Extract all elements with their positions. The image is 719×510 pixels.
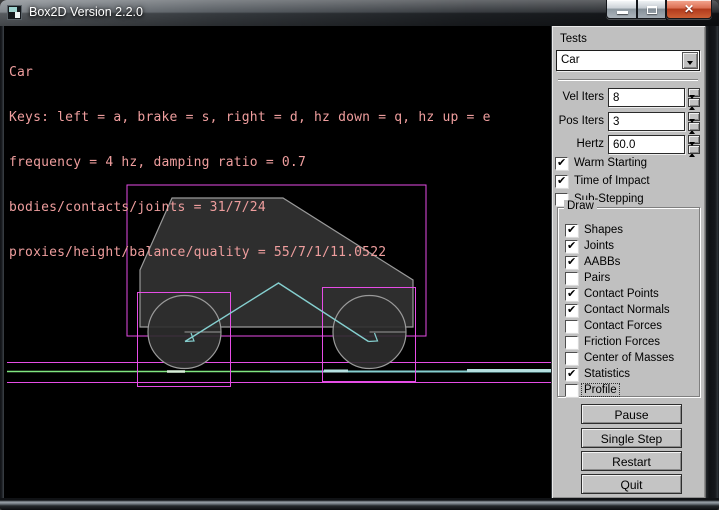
control-panel: Tests Car Vel Iters 8 Pos Iters 3 Hertz [551, 26, 706, 498]
statistics-label: Statistics [584, 368, 630, 380]
pos-iters-down-button[interactable] [688, 122, 700, 131]
time-of-impact-checkbox[interactable]: ✔ [555, 175, 568, 188]
pairs-label: Pairs [584, 272, 610, 284]
window-title: Box2D Version 2.2.0 [29, 5, 143, 19]
pos-iters-input[interactable]: 3 [608, 112, 685, 131]
close-icon: ✕ [667, 2, 711, 16]
statistics-checkbox[interactable]: ✔ [565, 368, 578, 381]
vel-iters-input[interactable]: 8 [608, 88, 685, 107]
chevron-down-icon [687, 61, 693, 65]
check-icon: ✔ [567, 223, 576, 236]
shapes-label: Shapes [584, 224, 623, 236]
stats-line: frequency = 4 hz, damping ratio = 0.7 [9, 155, 491, 170]
separator [558, 79, 698, 81]
check-icon: ✔ [567, 367, 576, 380]
debug-stats-text: Car Keys: left = a, brake = s, right = d… [9, 35, 491, 290]
draw-group-title: Draw [564, 200, 597, 212]
tests-label: Tests [560, 33, 587, 45]
contact-points-label: Contact Points [584, 288, 659, 300]
check-icon: ✔ [567, 255, 576, 268]
contact-points-checkbox[interactable]: ✔ [565, 288, 578, 301]
check-icon: ✔ [567, 287, 576, 300]
vel-iters-label: Vel Iters [552, 91, 604, 103]
vel-iters-down-button[interactable] [688, 98, 700, 107]
center-of-masses-label: Center of Masses [584, 352, 674, 364]
titlebar[interactable]: Box2D Version 2.2.0 ✕ [0, 0, 719, 26]
hertz-input[interactable]: 60.0 [608, 135, 685, 154]
hertz-down-button[interactable] [688, 145, 700, 154]
check-icon: ✔ [557, 174, 566, 187]
contact-forces-label: Contact Forces [584, 320, 662, 332]
center-of-masses-checkbox[interactable]: ✔ [565, 352, 578, 365]
maximize-button[interactable] [637, 0, 666, 19]
window-frame-right [706, 26, 719, 498]
contact-normals-label: Contact Normals [584, 304, 670, 316]
minimize-button[interactable] [606, 0, 637, 19]
aabbs-label: AABBs [584, 256, 620, 268]
warm-starting-checkbox[interactable]: ✔ [555, 157, 568, 170]
joints-checkbox[interactable]: ✔ [565, 240, 578, 253]
contact-forces-checkbox[interactable]: ✔ [565, 320, 578, 333]
contact-normals-checkbox[interactable]: ✔ [565, 304, 578, 317]
close-button[interactable]: ✕ [666, 0, 712, 19]
tests-dropdown-value: Car [561, 54, 580, 66]
restart-button[interactable]: Restart [581, 451, 682, 471]
quit-button[interactable]: Quit [581, 474, 682, 494]
profile-checkbox[interactable]: ✔ [565, 384, 578, 397]
stats-line: proxies/height/balance/quality = 55/7/1/… [9, 245, 491, 260]
minimize-icon [617, 11, 628, 14]
check-icon: ✔ [557, 156, 566, 169]
check-icon: ✔ [567, 239, 576, 252]
friction-forces-checkbox[interactable]: ✔ [565, 336, 578, 349]
check-icon: ✔ [567, 303, 576, 316]
joints-label: Joints [584, 240, 614, 252]
simulation-canvas[interactable]: Car Keys: left = a, brake = s, right = d… [4, 26, 551, 498]
tests-dropdown-button[interactable] [682, 52, 698, 69]
single-step-button[interactable]: Single Step [581, 428, 682, 448]
shapes-checkbox[interactable]: ✔ [565, 224, 578, 237]
aabbs-checkbox[interactable]: ✔ [565, 256, 578, 269]
friction-forces-label: Friction Forces [584, 336, 660, 348]
stats-line: Car [9, 65, 491, 80]
box2d-window: Box2D Version 2.2.0 ✕ Car Keys: left = a… [0, 0, 719, 510]
draw-group: Draw ✔ Shapes ✔ Joints ✔ AABBs ✔ Pairs ✔… [557, 207, 700, 397]
app-icon [7, 5, 22, 20]
maximize-icon [647, 6, 657, 14]
warm-starting-label: Warm Starting [574, 157, 647, 169]
pause-button[interactable]: Pause [581, 404, 682, 424]
pairs-checkbox[interactable]: ✔ [565, 272, 578, 285]
window-frame-bottom [0, 498, 719, 510]
profile-label: Profile [582, 384, 619, 396]
stats-line: Keys: left = a, brake = s, right = d, hz… [9, 110, 491, 125]
hertz-label: Hertz [552, 138, 604, 150]
tests-dropdown[interactable]: Car [556, 50, 700, 71]
time-of-impact-label: Time of Impact [574, 175, 650, 187]
stats-line: bodies/contacts/joints = 31/7/24 [9, 200, 491, 215]
pos-iters-label: Pos Iters [552, 115, 604, 127]
